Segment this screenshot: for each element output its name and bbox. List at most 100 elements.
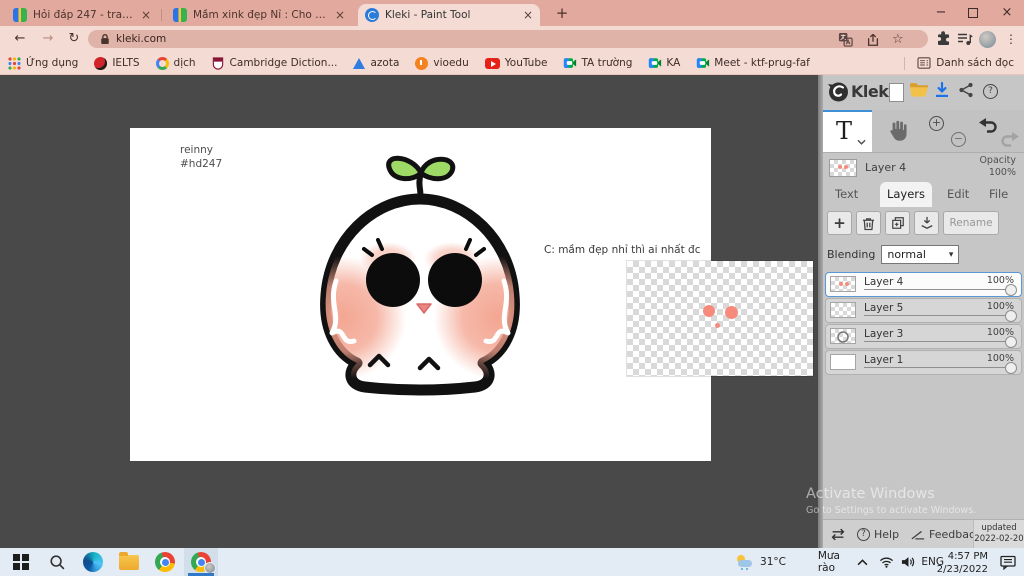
tab-mam-xink[interactable]: Mầm xink đẹp Nỉ : Cho ai đóo lề ×	[166, 4, 352, 26]
bookmark-label: dịch	[173, 57, 196, 69]
download-button[interactable]	[934, 81, 950, 102]
bookmark-meet[interactable]: Meet - ktf-prug-faf	[696, 57, 810, 70]
help-icon[interactable]: ?	[983, 84, 998, 99]
meet-icon	[696, 57, 710, 70]
bookmark-ka[interactable]: KA	[648, 57, 680, 70]
redo-button[interactable]	[1001, 132, 1019, 151]
opacity-slider-track[interactable]	[864, 341, 1006, 342]
help-button[interactable]: ? Help	[857, 520, 899, 548]
feedback-button[interactable]: Feedback	[911, 520, 981, 548]
tab-edit[interactable]: Edit	[947, 187, 969, 201]
hand-tool-button[interactable]	[885, 118, 911, 148]
tab-file[interactable]: File	[989, 187, 1008, 201]
layer-item-layer1[interactable]: Layer 1 100%	[825, 350, 1022, 375]
clock-date: 2/23/2022	[936, 563, 988, 575]
opacity-slider-track[interactable]	[864, 367, 1006, 368]
file-explorer-icon	[119, 551, 139, 570]
updated-label: updated	[981, 522, 1017, 533]
workspace: reinny #hd247 C: mầm đẹp nhỉ thì ai nhất…	[0, 75, 1024, 548]
tab-text[interactable]: Text	[835, 187, 858, 201]
taskbar-search-button[interactable]	[40, 548, 74, 576]
bookmark-label: Ứng dụng	[26, 57, 79, 69]
zoom-out-button[interactable]: −	[951, 132, 966, 147]
weather-temp[interactable]: 31°C	[760, 548, 786, 576]
opacity-slider-handle[interactable]	[1005, 310, 1017, 322]
bookmark-ta-truong[interactable]: TA trường	[563, 57, 632, 70]
bookmark-label: azota	[370, 57, 400, 69]
reload-icon[interactable]: ↻	[64, 30, 84, 48]
new-image-button[interactable]	[889, 83, 904, 102]
address-bar[interactable]: kleki.com ☆	[88, 30, 928, 48]
bookmark-youtube[interactable]: YouTube	[484, 57, 547, 69]
bookmark-label: TA trường	[581, 57, 633, 69]
text-tool-button[interactable]: T	[823, 110, 872, 152]
tab-close-icon[interactable]: ×	[141, 9, 151, 21]
rename-layer-button[interactable]: Rename	[943, 211, 999, 235]
current-layer-name: Layer 4	[865, 161, 907, 174]
forward-icon[interactable]: →	[38, 30, 58, 48]
new-tab-button[interactable]: +	[552, 3, 572, 23]
paint-canvas[interactable]: reinny #hd247 C: mầm đẹp nhỉ thì ai nhất…	[130, 128, 711, 461]
opacity-slider-track[interactable]	[864, 315, 1006, 316]
taskbar-chrome-active[interactable]	[184, 548, 218, 576]
start-button[interactable]	[4, 548, 38, 576]
window-minimize-button[interactable]: −	[926, 0, 956, 26]
tab-hoidap247[interactable]: Hỏi đáp 247 - trang tra loi ×	[6, 4, 158, 26]
undo-button[interactable]	[979, 118, 997, 137]
bookmark-ielts[interactable]: IELTS	[94, 56, 140, 70]
tab-kleki-active[interactable]: Kleki - Paint Tool ×	[358, 4, 540, 26]
window-close-button[interactable]: ×	[992, 0, 1022, 26]
layer-item-layer4[interactable]: Layer 4 100%	[825, 272, 1022, 297]
taskbar-explorer-icon[interactable]	[112, 548, 146, 576]
opacity-slider-handle[interactable]	[1005, 336, 1017, 348]
bookmark-dich[interactable]: dịch	[155, 56, 196, 70]
notification-center-icon[interactable]	[1000, 548, 1016, 576]
browser-menu-icon[interactable]: ⋮	[1002, 30, 1020, 48]
bookmark-star-icon[interactable]: ☆	[892, 32, 908, 47]
layer-item-layer3[interactable]: Layer 3 100%	[825, 324, 1022, 349]
tab-close-icon[interactable]: ×	[523, 9, 533, 21]
taskbar-edge-icon[interactable]	[76, 548, 110, 576]
reading-list-button[interactable]: Danh sách đọc	[904, 56, 1014, 70]
back-icon[interactable]: ←	[10, 30, 30, 48]
youtube-icon	[484, 58, 500, 69]
layer-preview-overlay[interactable]	[627, 261, 813, 376]
opacity-value: 100%	[988, 166, 1016, 178]
share-nodes-icon[interactable]	[958, 82, 974, 102]
bookmark-cambridge[interactable]: Cambridge Diction...	[212, 56, 337, 70]
chevron-down-icon: ▾	[948, 249, 954, 260]
tab-layers[interactable]: Layers	[880, 182, 932, 207]
weather-icon[interactable]	[736, 548, 754, 576]
extensions-puzzle-icon[interactable]	[934, 30, 952, 48]
wifi-icon[interactable]	[879, 548, 894, 576]
weather-desc[interactable]: Mưa rào	[818, 548, 840, 576]
swap-arrows-button[interactable]	[829, 520, 847, 548]
open-file-button[interactable]	[909, 82, 928, 101]
add-layer-button[interactable]: +	[827, 211, 852, 235]
taskbar-chrome-icon[interactable]	[148, 548, 182, 576]
zoom-in-button[interactable]: +	[929, 116, 944, 131]
clock[interactable]: 4:57 PM 2/23/2022	[937, 551, 988, 576]
chevron-up-icon[interactable]	[857, 548, 868, 576]
desktop: Hỏi đáp 247 - trang tra loi × Mầm xink đ…	[0, 0, 1024, 576]
window-restore-button[interactable]	[958, 0, 988, 26]
profile-avatar[interactable]	[978, 30, 996, 48]
media-list-icon[interactable]	[956, 30, 974, 48]
layer-item-layer5[interactable]: Layer 5 100%	[825, 298, 1022, 323]
volume-icon[interactable]	[901, 548, 916, 576]
layer-name: Layer 3	[864, 328, 904, 340]
bookmark-apps[interactable]: Ứng dụng	[8, 56, 79, 70]
opacity-slider-handle[interactable]	[1005, 284, 1017, 296]
tab-close-icon[interactable]: ×	[335, 9, 345, 21]
share-icon[interactable]	[866, 32, 882, 46]
bookmark-azota[interactable]: azota	[353, 57, 399, 69]
bookmark-vioedu[interactable]: vioedu	[415, 56, 469, 70]
opacity-slider-handle[interactable]	[1005, 362, 1017, 374]
merge-layer-button[interactable]	[914, 211, 939, 235]
duplicate-layer-button[interactable]	[885, 211, 910, 235]
blending-select[interactable]: normal ▾	[881, 245, 960, 264]
delete-layer-button[interactable]	[856, 211, 881, 235]
translate-icon[interactable]	[838, 32, 854, 47]
opacity-slider-track[interactable]	[864, 289, 1006, 290]
panel-tabs: Text Layers Edit File	[823, 182, 1024, 207]
